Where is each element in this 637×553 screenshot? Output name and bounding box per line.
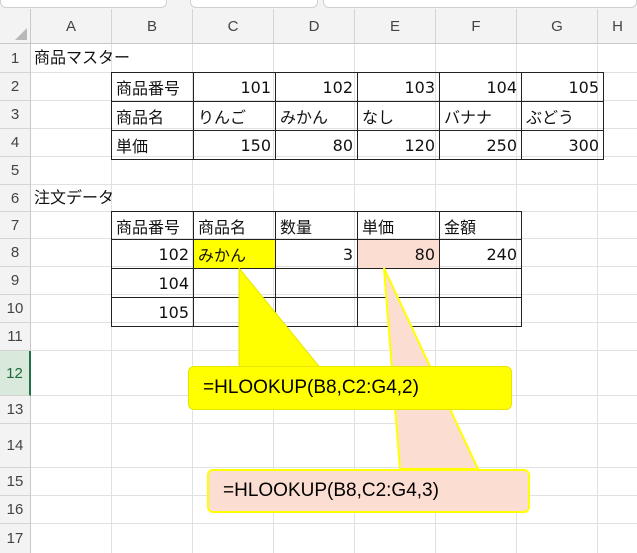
callout-pointer-product-name <box>238 266 324 371</box>
callout-hlookup-name[interactable]: =HLOOKUP(B8,C2:G4,2) <box>188 366 512 410</box>
callout-formula-text: =HLOOKUP(B8,C2:G4,3) <box>223 480 439 501</box>
callout-hlookup-price[interactable]: =HLOOKUP(B8,C2:G4,3) <box>207 469 530 513</box>
callout-formula-text: =HLOOKUP(B8,C2:G4,2) <box>203 377 419 398</box>
